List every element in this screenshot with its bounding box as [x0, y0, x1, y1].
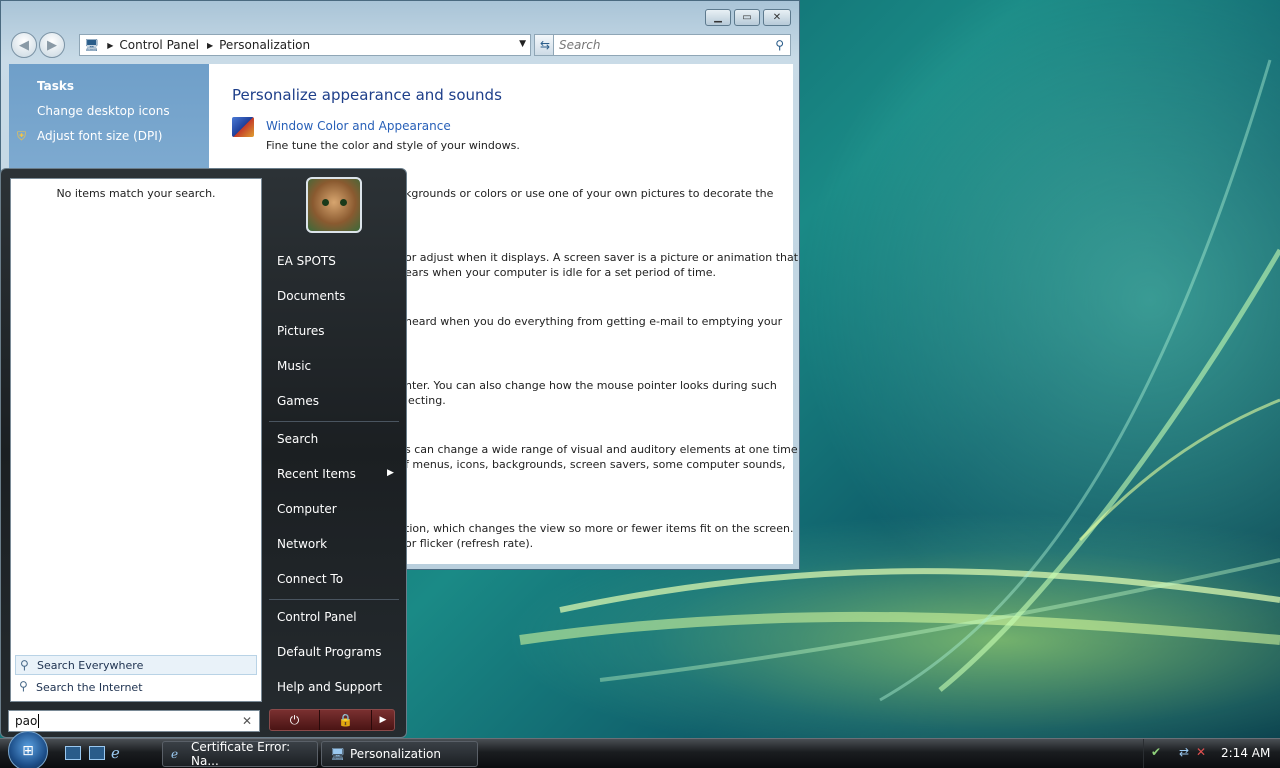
maximize-button[interactable]: ▭ [734, 9, 760, 26]
taskbar: ⊞ ℯ ℯ Certificate Error: Na... 🖥 Persona… [0, 731, 1280, 768]
close-button[interactable]: ✕ [763, 9, 791, 26]
screen-saver-description-line2: ears when your computer is idle for a se… [405, 266, 717, 279]
page-title: Personalize appearance and sounds [232, 86, 502, 104]
power-options-arrow-icon[interactable]: ▶ [372, 710, 394, 730]
window-color-icon[interactable] [232, 117, 254, 137]
start-item-computer[interactable]: Computer [277, 502, 337, 516]
search-icon: ⚲ [20, 658, 29, 672]
control-panel-icon: 🖥 [330, 747, 346, 761]
submenu-arrow-icon: ▶ [387, 468, 394, 478]
internet-explorer-icon[interactable]: ℯ [111, 744, 127, 762]
search-internet-link[interactable]: ⚲ Search the Internet [15, 677, 257, 697]
mouse-pointers-description-line2: lecting. [405, 394, 446, 407]
adjust-font-size-link[interactable]: Adjust font size (DPI) [37, 129, 162, 143]
windows-logo-icon: ⊞ [22, 743, 34, 759]
show-desktop-icon[interactable] [65, 746, 81, 760]
forward-button[interactable]: ▶ [39, 32, 65, 58]
switch-windows-icon[interactable] [89, 746, 105, 760]
breadcrumb-personalization[interactable]: Personalization [219, 38, 310, 52]
update-check-icon[interactable]: ✔ [1151, 745, 1161, 759]
start-item-recent-items[interactable]: Recent Items [277, 467, 356, 481]
search-results-pane: No items match your search. ⚲ Search Eve… [10, 178, 262, 702]
search-icon: ⚲ [19, 679, 28, 693]
start-item-pictures[interactable]: Pictures [277, 324, 325, 338]
tasks-heading: Tasks [37, 79, 75, 93]
network-icon[interactable]: ⇄ [1179, 745, 1189, 759]
change-desktop-icons-link[interactable]: Change desktop icons [37, 104, 170, 118]
theme-description-line2: f menus, icons, backgrounds, screen save… [405, 458, 786, 471]
window-color-link[interactable]: Window Color and Appearance [266, 119, 451, 133]
control-panel-icon: 🖥 [84, 38, 100, 52]
start-item-help-support[interactable]: Help and Support [277, 680, 382, 694]
internet-explorer-icon: ℯ [171, 747, 179, 761]
start-menu: No items match your search. ⚲ Search Eve… [0, 168, 407, 738]
address-bar[interactable]: 🖥 ▶ Control Panel ▶ Personalization ▼ [79, 34, 531, 56]
lock-icon[interactable]: 🔒 [320, 710, 372, 730]
taskbar-item-certificate-error[interactable]: ℯ Certificate Error: Na... [162, 740, 318, 768]
search-everywhere-label: Search Everywhere [37, 658, 144, 672]
display-settings-description-line2: or flicker (refresh rate). [405, 537, 534, 550]
power-icon[interactable]: ⏻ [270, 710, 320, 730]
minimize-button[interactable]: ▁ [705, 9, 731, 26]
start-item-search[interactable]: Search [277, 432, 318, 446]
search-placeholder: Search [559, 38, 601, 52]
taskbar-item-personalization[interactable]: 🖥 Personalization [321, 741, 478, 767]
display-settings-description: tion, which changes the view so more or … [405, 522, 794, 535]
sounds-description: heard when you do everything from gettin… [405, 315, 783, 328]
volume-muted-icon[interactable]: ✕ [1196, 745, 1206, 759]
avatar-eye [340, 199, 347, 206]
start-item-default-programs[interactable]: Default Programs [277, 645, 382, 659]
start-search-value: pao [15, 714, 38, 728]
start-menu-divider [269, 599, 399, 600]
screen-saver-description: or adjust when it displays. A screen sav… [405, 251, 799, 264]
window-controls: ▁ ▭ ✕ [705, 9, 791, 26]
search-input[interactable]: Search ⚲ [553, 34, 791, 56]
search-everywhere-link[interactable]: ⚲ Search Everywhere [15, 655, 257, 675]
start-item-user-folder[interactable]: EA SPOTS [277, 254, 336, 268]
window-color-description: Fine tune the color and style of your wi… [266, 139, 520, 152]
start-item-control-panel[interactable]: Control Panel [277, 610, 357, 624]
back-button[interactable]: ◀ [11, 32, 37, 58]
taskbar-item-label: Personalization [350, 747, 441, 761]
breadcrumb-separator-icon: ▶ [206, 40, 214, 50]
system-tray: ✔ ⇄ ✕ 2:14 AM [1143, 739, 1280, 768]
power-controls: ⏻ 🔒 ▶ [269, 709, 395, 731]
start-item-network[interactable]: Network [277, 537, 327, 551]
clear-search-icon[interactable]: ✕ [242, 714, 252, 728]
theme-description: s can change a wide range of visual and … [405, 443, 798, 456]
search-internet-label: Search the Internet [36, 680, 143, 694]
mouse-pointers-description: nter. You can also change how the mouse … [405, 379, 777, 392]
search-icon[interactable]: ⚲ [775, 38, 784, 52]
start-item-games[interactable]: Games [277, 394, 319, 408]
shield-icon: ⛨ [17, 129, 27, 143]
chevron-down-icon[interactable]: ▼ [519, 39, 526, 49]
start-item-connect-to[interactable]: Connect To [277, 572, 343, 586]
breadcrumb-separator-icon: ▶ [107, 40, 114, 50]
user-avatar[interactable] [306, 177, 362, 233]
breadcrumb-control-panel[interactable]: Control Panel [119, 38, 199, 52]
no-results-message: No items match your search. [56, 187, 216, 200]
clock[interactable]: 2:14 AM [1221, 746, 1270, 760]
start-item-music[interactable]: Music [277, 359, 311, 373]
start-search-input[interactable]: pao ✕ [8, 710, 260, 732]
desktop-background-description: kgrounds or colors or use one of your ow… [405, 187, 774, 200]
avatar-eye [322, 199, 329, 206]
navigation-bar: ◀ ▶ 🖥 ▶ Control Panel ▶ Personalization … [11, 32, 791, 58]
start-button[interactable]: ⊞ [8, 731, 48, 768]
taskbar-item-label: Certificate Error: Na... [191, 740, 291, 768]
start-item-documents[interactable]: Documents [277, 289, 345, 303]
start-menu-divider [269, 421, 399, 422]
